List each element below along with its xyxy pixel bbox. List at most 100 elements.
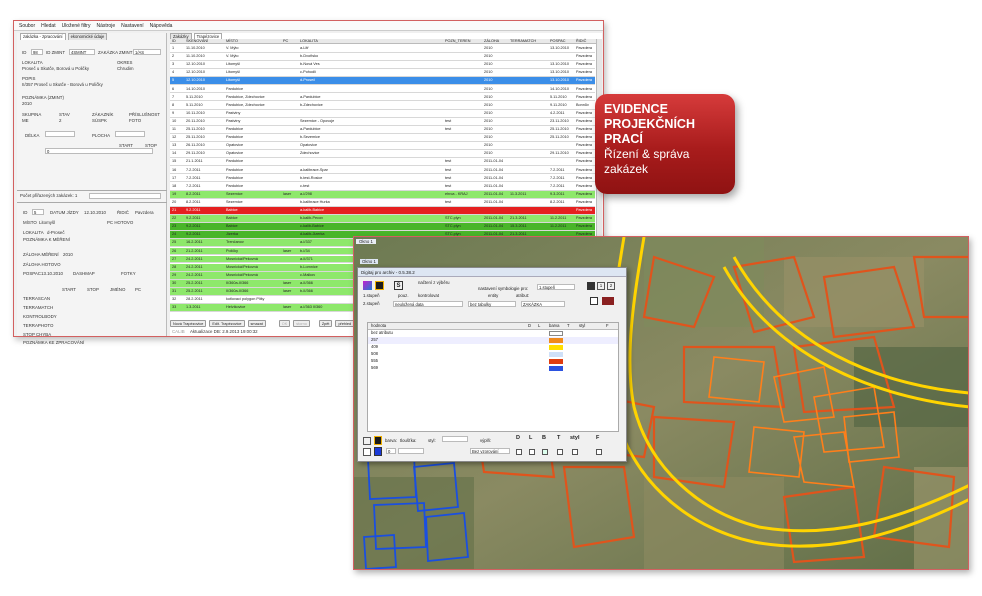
table-row[interactable]: 1 11.10.2010 V. Mýto a-Litř 2010 13.10.2010 Pa…: [170, 45, 595, 53]
table-row[interactable]: 3 12.10.2010 Litomyšl b-Nová Ves 2010 13.10.2…: [170, 61, 595, 70]
stupen-select[interactable]: 1.stupeň: [537, 284, 575, 290]
menu-soubor[interactable]: Soubor: [19, 23, 35, 29]
table-row[interactable]: 17 7.2.2011 Pardubice b-test-Rosice test 2011…: [170, 174, 595, 183]
color-swatch-icon[interactable]: [374, 447, 382, 456]
table-row[interactable]: 19 8.2.2011 Sezemice laser a-I/298 ehrca - KR…: [170, 190, 595, 199]
kontrolovat-checkbox[interactable]: kontrolovat: [418, 293, 439, 298]
styl-select[interactable]: [442, 436, 468, 442]
table-row[interactable]: 508: [368, 351, 618, 358]
fill-icon[interactable]: [363, 448, 371, 456]
tab-zakazka-zpracovani[interactable]: zakázka - zpracování: [20, 33, 66, 40]
settings-icon[interactable]: [590, 297, 598, 305]
style-icon[interactable]: S: [394, 281, 403, 290]
layer-icon[interactable]: [375, 281, 384, 290]
tab-ekonomicke-udaje[interactable]: ekonomické údaje: [67, 33, 108, 40]
data-select[interactable]: neuložená data: [393, 301, 463, 307]
fill-pattern-select[interactable]: Bez vzorování: [470, 448, 510, 454]
line-icon[interactable]: [363, 437, 371, 445]
page-two-icon[interactable]: 2: [607, 282, 615, 290]
table-row[interactable]: 6 14.10.2010 Pardubice 2010 14.10.2010 Pavzde…: [170, 85, 595, 94]
id-field[interactable]: 98: [31, 49, 43, 55]
zoom-in-icon[interactable]: [587, 282, 595, 290]
checkbox-styl[interactable]: [572, 449, 578, 455]
checkbox-l[interactable]: [529, 449, 535, 455]
grid-col-lokalita[interactable]: LOKALITA: [300, 39, 318, 44]
grid-col-pc[interactable]: PC: [283, 39, 288, 44]
grid-col-zaloha[interactable]: ZÁLOHA: [484, 39, 499, 44]
grid-col-terramatch[interactable]: TERRAMATCH: [510, 39, 536, 44]
palette-icon[interactable]: [363, 281, 372, 290]
delete-button[interactable]: smazat: [247, 320, 266, 327]
edit-trapezovice-button[interactable]: Edit. Trapézovice: [209, 320, 245, 327]
grid-col-ridic[interactable]: ŘIDIČ: [576, 39, 586, 44]
table-row[interactable]: bez atributu: [368, 330, 618, 337]
start-stop-field[interactable]: 0: [45, 148, 153, 154]
zmint-id-field[interactable]: 4SMINT: [69, 49, 95, 55]
checkbox-d[interactable]: [516, 449, 522, 455]
table-row[interactable]: 4 12.10.2010 Litomyšl c-Pohodlí 2010 13.10.20…: [170, 69, 595, 78]
table-row[interactable]: 8 5.11.2010 Pardubice, Zdechovice b-Zdechov…: [170, 101, 595, 110]
table-row[interactable]: 257: [368, 337, 618, 344]
table-row[interactable]: 569: [368, 365, 618, 372]
table-row[interactable]: 409: [368, 344, 618, 351]
table-row[interactable]: 15 21.1.2011 Pardubice test 2011-01-04 Pavzde…: [170, 158, 595, 167]
table-cell: Pavzdera: [576, 191, 593, 196]
stupen1-checkbox[interactable]: 1.stupeň: [363, 293, 380, 298]
assigned-nav[interactable]: [89, 193, 161, 199]
row-color-swatch[interactable]: [549, 352, 563, 357]
id2-field[interactable]: 5: [32, 209, 44, 215]
grid-col-pozn-teren[interactable]: POZN_TEREN: [445, 39, 471, 44]
row-color-swatch[interactable]: [549, 331, 563, 336]
table-row[interactable]: 2 11.10.2010 V. Mýto b-Dvořisko 2010 Pavzdera: [170, 53, 595, 61]
delka-field[interactable]: [45, 131, 75, 137]
width-field[interactable]: 0: [386, 448, 396, 454]
ok-button[interactable]: OK: [278, 320, 291, 327]
table-row[interactable]: 10 20.11.2010 Pastviny Sezemice - Opovoje te…: [170, 117, 595, 126]
row-color-swatch[interactable]: [549, 345, 563, 350]
row-color-swatch[interactable]: [549, 338, 563, 343]
menu-hledat[interactable]: Hledat: [41, 23, 55, 29]
table-row[interactable]: 21 9.2.2011 Babice a-kalib-Babice Pavzdera: [170, 207, 595, 215]
table-row[interactable]: 555: [368, 358, 618, 365]
zakazka-zmint-field[interactable]: 1/AS: [133, 49, 161, 55]
menu-nastaveni[interactable]: Nastavení: [121, 23, 144, 29]
row-color-swatch[interactable]: [549, 359, 563, 364]
table-row[interactable]: 5 12.10.2010 Litomyšl d-Proseč 2010 13.10.201…: [170, 77, 595, 86]
table-row[interactable]: 13 26.11.2010 Opatovice Opatovice 2010 Pavzde…: [170, 142, 595, 151]
line-style-select[interactable]: [398, 448, 424, 454]
grid-col-id[interactable]: ID: [172, 39, 176, 44]
color-icon[interactable]: [602, 297, 614, 305]
stupen2-checkbox[interactable]: 2.stupeň: [363, 301, 380, 306]
cancel-button[interactable]: storno: [293, 320, 310, 327]
row-color-swatch[interactable]: [549, 366, 563, 371]
table-row[interactable]: 9 10.11.2010 Pastviny 2010 4.2.2011 Pavzdera: [170, 109, 595, 118]
menu-napoveda[interactable]: Nápověda: [150, 23, 173, 29]
page-one-icon[interactable]: 1: [597, 282, 605, 290]
checkbox-t[interactable]: [557, 449, 563, 455]
grid-col-pospac[interactable]: POSPAC: [550, 39, 566, 44]
table-cell: Pavzdera: [576, 216, 593, 221]
back-button[interactable]: Zpět: [318, 320, 333, 327]
checkbox-b[interactable]: [542, 449, 548, 455]
table-cell: Mosnická/Pekovná: [226, 272, 258, 277]
grid-col-misto[interactable]: MÍSTO: [226, 39, 238, 44]
menu-ulozene-filtry[interactable]: Uložené filtry: [62, 23, 91, 29]
table-row[interactable]: 14 29.11.2010 Opatovice Zdechovice 2010 29.11…: [170, 150, 595, 159]
table-row[interactable]: 7 5.11.2010 Pardubice, Zdechovice a-Pardubi…: [170, 93, 595, 102]
table-row[interactable]: 23 9.2.2011 Babice c-kalib-Babice STC.plyn 20…: [170, 223, 595, 232]
table-row[interactable]: 11 25.11.2010 Pardubice a-Pardubice test 2010…: [170, 126, 595, 134]
table-row[interactable]: 22 9.2.2011 Babice b-kalib-Pecov STC.plyn 201…: [170, 215, 595, 223]
table-row[interactable]: 16 7.2.2011 Pardubice a-kalibrace-Spar test 2…: [170, 166, 595, 175]
plocha-field[interactable]: [115, 131, 145, 137]
grid-col-skenovani[interactable]: SKENOVÁNÍ: [186, 39, 208, 44]
attribute-select[interactable]: ZAKÁZKA: [521, 301, 565, 307]
new-trapezovice-button[interactable]: Nová Trapézovice: [170, 320, 207, 327]
table-select[interactable]: bez tabulky: [468, 301, 516, 307]
table-row[interactable]: 20 8.2.2011 Sezemice b-kalibrace Hurka test 2…: [170, 198, 595, 207]
overview-button[interactable]: přehled: [335, 320, 355, 327]
checkbox-f[interactable]: [596, 449, 602, 455]
table-row[interactable]: 18 7.2.2011 Pardubice c-test test 2011-01-04 7…: [170, 182, 595, 191]
menu-nastroje[interactable]: Nástroje: [96, 23, 115, 29]
nacteni-checkbox-label[interactable]: načtení z výběru: [418, 280, 450, 285]
table-row[interactable]: 12 25.11.2010 Pardubice b-Sezemice 2010 25.11…: [170, 134, 595, 142]
